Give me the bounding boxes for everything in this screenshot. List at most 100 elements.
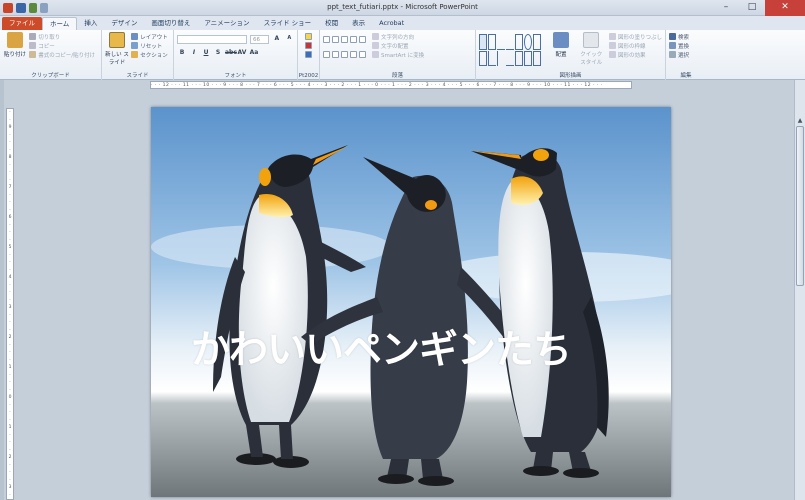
tab-insert[interactable]: 挿入 bbox=[77, 17, 104, 30]
arrange-button[interactable]: 配置 bbox=[548, 32, 573, 66]
align-text-button[interactable]: 文字の配置 bbox=[372, 41, 424, 50]
smartart-icon bbox=[372, 51, 379, 58]
right-arrow-shape-icon[interactable] bbox=[515, 50, 523, 66]
font-group-label: フォント bbox=[224, 73, 247, 79]
ribbon-tabs: ファイル ホーム 挿入 デザイン 画面切り替え アニメーション スライド ショー… bbox=[0, 16, 805, 30]
editing-group: 検索 置換 選択 編集 bbox=[666, 30, 706, 80]
minimize-button[interactable]: – bbox=[713, 0, 739, 16]
text-color-icon[interactable] bbox=[305, 42, 312, 49]
format-painter-button[interactable]: 書式のコピー/貼り付け bbox=[29, 50, 95, 59]
editing-group-label: 編集 bbox=[680, 73, 692, 79]
section-icon bbox=[131, 51, 139, 58]
tab-design[interactable]: デザイン bbox=[104, 17, 144, 30]
scrollbar-thumb[interactable] bbox=[796, 126, 804, 286]
decrease-indent-icon[interactable] bbox=[341, 36, 348, 43]
slide-title-text[interactable]: かわいいペンギンたち bbox=[191, 319, 661, 375]
paste-button[interactable]: 貼り付け bbox=[3, 32, 27, 58]
paste-icon bbox=[7, 32, 23, 48]
vertical-scrollbar[interactable]: ▲ bbox=[794, 80, 805, 500]
cut-button[interactable]: 切り取り bbox=[29, 32, 95, 41]
layout-button[interactable]: レイアウト bbox=[131, 32, 168, 41]
fill-bucket-icon bbox=[608, 33, 616, 40]
drawing-group-label: 図形描画 bbox=[559, 73, 582, 79]
text-direction-button[interactable]: 文字列の方向 bbox=[372, 32, 424, 41]
shrink-font-button[interactable]: A bbox=[285, 35, 294, 44]
tab-home[interactable]: ホーム bbox=[42, 17, 78, 30]
tab-acrobat[interactable]: Acrobat bbox=[372, 17, 411, 30]
select-cursor-icon bbox=[669, 51, 676, 58]
layout-icon bbox=[131, 33, 139, 40]
clipboard-group-label: クリップボード bbox=[31, 73, 70, 79]
arrange-icon bbox=[552, 32, 569, 48]
slide-canvas[interactable]: かわいいペンギンたち bbox=[151, 107, 671, 497]
paragraph-group-label: 段落 bbox=[391, 73, 403, 79]
copy-button[interactable]: コピー bbox=[29, 41, 95, 50]
find-button[interactable]: 検索 bbox=[669, 32, 703, 41]
tab-view[interactable]: 表示 bbox=[345, 17, 372, 30]
star-shape-icon[interactable] bbox=[524, 50, 532, 66]
increase-indent-icon[interactable] bbox=[350, 36, 357, 43]
section-button[interactable]: セクション bbox=[131, 50, 168, 59]
text-direction-icon bbox=[372, 33, 379, 40]
scroll-shapes-icon[interactable] bbox=[533, 50, 541, 66]
change-case-button[interactable]: Aa bbox=[249, 49, 259, 56]
tab-review[interactable]: 校閲 bbox=[318, 17, 345, 30]
quick-styles-button[interactable]: クイック スタイル bbox=[579, 32, 604, 66]
rectangle-shape-icon[interactable] bbox=[479, 34, 487, 50]
bullets-icon[interactable] bbox=[323, 36, 330, 43]
triangle-shape-icon[interactable] bbox=[479, 50, 487, 66]
arrow-shape-icon[interactable] bbox=[506, 34, 514, 50]
text-fill-icon[interactable] bbox=[305, 33, 312, 40]
justify-icon[interactable] bbox=[350, 51, 357, 58]
paragraph-group: 文字列の方向 文字の配置 SmartArt に変換 段落 bbox=[320, 30, 476, 80]
shape-fill-button[interactable]: 図形の塗りつぶし bbox=[608, 32, 662, 41]
align-left-icon[interactable] bbox=[323, 51, 330, 58]
tab-slideshow[interactable]: スライド ショー bbox=[257, 17, 319, 30]
line-spacing-icon[interactable] bbox=[359, 36, 366, 43]
new-slide-icon bbox=[109, 32, 125, 48]
replace-icon bbox=[669, 42, 676, 49]
shapes-gallery[interactable] bbox=[479, 34, 543, 66]
shape-effects-button[interactable]: 図形の効果 bbox=[608, 50, 662, 59]
more-shapes-icon[interactable] bbox=[533, 34, 541, 50]
close-button[interactable]: ✕ bbox=[765, 0, 805, 16]
replace-button[interactable]: 置換 bbox=[669, 41, 703, 50]
line-shape-icon[interactable] bbox=[497, 34, 505, 50]
elbow-shape-icon[interactable] bbox=[488, 50, 496, 66]
numbering-icon[interactable] bbox=[332, 36, 339, 43]
bold-button[interactable]: B bbox=[177, 49, 187, 56]
new-slide-button[interactable]: 新しい スライド bbox=[105, 32, 129, 66]
reset-button[interactable]: リセット bbox=[131, 41, 168, 50]
rect-outline-shape-icon[interactable] bbox=[515, 34, 523, 50]
smartart-button[interactable]: SmartArt に変換 bbox=[372, 50, 424, 59]
tab-animations[interactable]: アニメーション bbox=[197, 17, 256, 30]
shape-outline-button[interactable]: 図形の枠線 bbox=[608, 41, 662, 50]
align-right-icon[interactable] bbox=[341, 51, 348, 58]
grow-font-button[interactable]: A bbox=[272, 35, 281, 44]
tab-transitions[interactable]: 画面切り替え bbox=[144, 17, 197, 30]
shadow-button[interactable]: S bbox=[213, 49, 223, 56]
underline-button[interactable]: U bbox=[201, 49, 211, 56]
font-name-combobox[interactable] bbox=[177, 35, 247, 44]
columns-icon[interactable] bbox=[359, 51, 366, 58]
pt2002-group-label: Pt2002 bbox=[298, 73, 319, 79]
quick-styles-icon bbox=[583, 32, 600, 48]
font-size-combobox[interactable]: 66 bbox=[250, 35, 270, 44]
italic-button[interactable]: I bbox=[189, 49, 199, 56]
oval-shape-icon[interactable] bbox=[524, 34, 532, 50]
tab-file[interactable]: ファイル bbox=[2, 17, 42, 30]
maximize-button[interactable]: □ bbox=[739, 0, 765, 16]
select-button[interactable]: 選択 bbox=[669, 50, 703, 59]
character-spacing-button[interactable]: AV bbox=[237, 49, 247, 56]
scissors-icon bbox=[29, 33, 37, 40]
align-text-icon bbox=[372, 42, 379, 49]
strikethrough-button[interactable]: abc bbox=[225, 49, 237, 56]
connector-shape-icon[interactable] bbox=[506, 51, 514, 66]
align-center-icon[interactable] bbox=[332, 51, 339, 58]
text-box-shape-icon[interactable] bbox=[488, 34, 496, 50]
scroll-up-arrow-icon[interactable]: ▲ bbox=[795, 116, 805, 126]
curve-shape-icon[interactable] bbox=[497, 50, 505, 66]
pen-icon bbox=[608, 42, 616, 49]
text-highlight-icon[interactable] bbox=[305, 51, 312, 58]
penguin-photo bbox=[151, 107, 671, 497]
